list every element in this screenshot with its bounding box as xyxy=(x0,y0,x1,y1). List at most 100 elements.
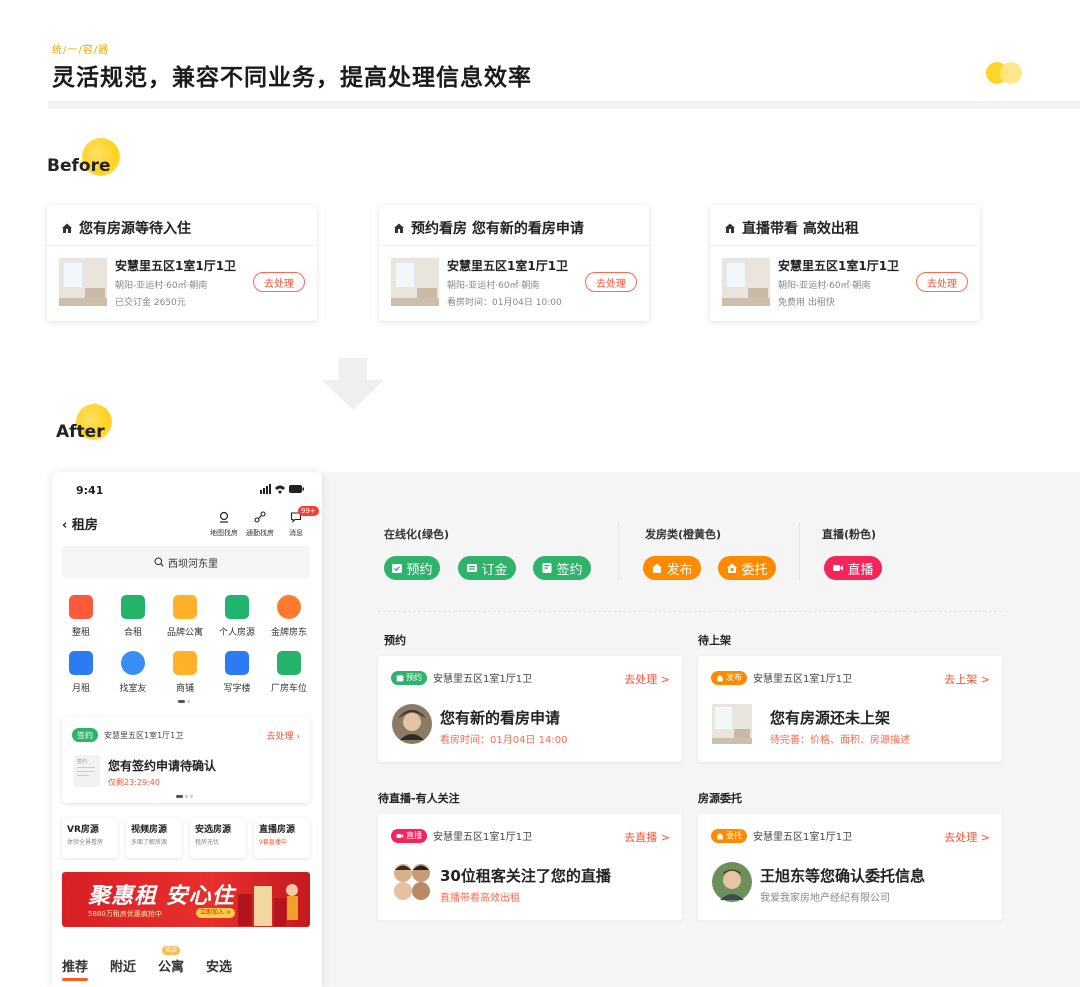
monthly-icon xyxy=(69,651,93,675)
house-icon xyxy=(725,223,735,233)
countdown-text: 仅剩23:29:40 xyxy=(108,778,160,787)
card-address: 安慧里五区1室1厅1卫 xyxy=(104,730,184,740)
house-detail: 免费用 出租快 xyxy=(778,298,835,308)
grid-item-monthly[interactable]: 月租 xyxy=(56,651,106,694)
hot-badge: 福袋 xyxy=(162,946,181,955)
before-card-3[interactable]: 直播带看 高效出租 安慧里五区1室1厅1卫 朝阳-亚运村·60㎡·朝南 免费用 … xyxy=(710,205,980,321)
card-live[interactable]: 直播 安慧里五区1室1厅1卫 去直播 > 30位租客关注了您的直播 直播带看高效… xyxy=(378,814,682,920)
grid-item-shared-rent[interactable]: 合租 xyxy=(108,595,158,638)
tag-live: 直播 xyxy=(391,828,427,843)
after-label: After xyxy=(56,422,105,442)
section-live: 待直播-有人关注 xyxy=(378,792,460,805)
house-location: 朝阳-亚运村·60㎡·朝南 xyxy=(778,281,871,291)
feature-safe-select[interactable]: 安选房源 租房无忧 xyxy=(190,818,246,858)
grid-pager xyxy=(178,700,192,703)
banner-sub: 5880万租房优惠疯抢中 xyxy=(88,910,162,918)
room-photo xyxy=(59,258,107,306)
grid-item-gold-landlord[interactable]: 金牌房东 xyxy=(264,595,314,638)
phone-mockup: 9:41 ‹ 租房 地图找房 通勤找房 消息 99+ 西坝河东里 整租 合租 品… xyxy=(52,472,322,987)
group-label-online: 在线化(绿色) xyxy=(384,528,450,541)
chip-entrust: 委托 xyxy=(718,556,776,580)
office-icon xyxy=(225,651,249,675)
handle-link[interactable]: 去处理 > xyxy=(944,829,990,845)
list-link[interactable]: 去上架 > xyxy=(944,671,990,687)
handle-button[interactable]: 去处理 xyxy=(253,272,305,292)
house-location: 朝阳-亚运村·60㎡·朝南 xyxy=(115,281,208,291)
search-icon xyxy=(154,557,164,567)
house-location: 朝阳-亚运村·60㎡·朝南 xyxy=(447,281,540,291)
phone-tabs: 推荐 附近 公寓 安选 xyxy=(62,956,232,981)
shop-icon xyxy=(173,651,197,675)
before-card-title: 预约看房 您有新的看房申请 xyxy=(411,221,584,237)
house-icon xyxy=(62,223,72,233)
card-pending-listing[interactable]: 发布 安慧里五区1室1厅1卫 去上架 > 您有房源还未上架 待完善：价格、面积、… xyxy=(698,656,1002,762)
handle-link[interactable]: 去处理 > xyxy=(624,671,670,687)
house-name: 安慧里五区1室1厅1卫 xyxy=(778,259,900,273)
tab-recommend[interactable]: 推荐 xyxy=(62,956,89,981)
before-card-1[interactable]: 您有房源等待入住 安慧里五区1室1厅1卫 朝阳-亚运村·60㎡·朝南 已交订金 … xyxy=(47,205,317,321)
whole-rent-icon xyxy=(69,595,93,619)
before-card-title: 直播带看 高效出租 xyxy=(742,221,859,237)
commute-search-button[interactable]: 通勤找房 xyxy=(244,508,276,538)
grid-item-roommate[interactable]: 找室友 xyxy=(108,651,158,694)
card-main-text: 王旭东等您确认委托信息 xyxy=(760,867,926,885)
house-name: 安慧里五区1室1厅1卫 xyxy=(115,259,237,273)
handle-link[interactable]: 去处理 › xyxy=(267,729,300,742)
chip-publish: 发布 xyxy=(643,556,701,580)
card-main-text: 30位租客关注了您的直播 xyxy=(440,867,611,885)
banner-join-button[interactable]: 立即加入 > xyxy=(196,908,235,918)
tag-publish: 发布 xyxy=(711,670,747,685)
live-link[interactable]: 去直播 > xyxy=(624,829,670,845)
card-sub-text: 我爱我家房地产经纪有限公司 xyxy=(760,893,890,904)
chip-sign: 签约 xyxy=(533,556,591,580)
back-button[interactable]: ‹ 租房 xyxy=(62,514,98,533)
card-entrust[interactable]: 委托 安慧里五区1室1厅1卫 去处理 > 王旭东等您确认委托信息 我爱我家房地产… xyxy=(698,814,1002,920)
handshake-house-icon xyxy=(727,563,738,573)
personal-listing-icon xyxy=(225,595,249,619)
room-photo xyxy=(391,258,439,306)
section-entrust: 房源委托 xyxy=(698,792,742,805)
house-icon xyxy=(652,563,663,573)
before-card-2[interactable]: 预约看房 您有新的看房申请 安慧里五区1室1厅1卫 朝阳-亚运村·60㎡·朝南 … xyxy=(379,205,649,321)
page-headline: 灵活规范，兼容不同业务，提高处理信息效率 xyxy=(52,65,532,91)
handle-button[interactable]: 去处理 xyxy=(585,272,637,292)
commute-icon xyxy=(254,511,266,523)
card-sub-text: 直播带看高效出租 xyxy=(440,893,520,904)
group-label-publish: 发房类(橙黄色) xyxy=(645,528,722,541)
grid-item-personal-listing[interactable]: 个人房源 xyxy=(212,595,262,638)
chip-live: 直播 xyxy=(824,556,882,580)
phone-sign-card[interactable]: 签约 安慧里五区1室1厅1卫 去处理 › 签约 您有签约申请待确认 仅剩23:2… xyxy=(62,717,310,803)
house-name: 安慧里五区1室1厅1卫 xyxy=(447,259,569,273)
grid-item-shop[interactable]: 商铺 xyxy=(160,651,210,694)
tab-safe-select[interactable]: 安选 xyxy=(206,956,232,975)
shared-rent-icon xyxy=(121,595,145,619)
decor-dots-icon xyxy=(986,62,1026,84)
calendar-check-icon xyxy=(392,564,403,573)
search-input[interactable]: 西坝河东里 xyxy=(62,546,310,578)
chip-deposit: 订金 xyxy=(458,556,516,580)
map-search-button[interactable]: 地图找房 xyxy=(208,508,240,538)
grid-item-brand-apartment[interactable]: 品牌公寓 xyxy=(160,595,210,638)
card-address: 安慧里五区1室1厅1卫 xyxy=(433,832,533,843)
grid-item-office[interactable]: 写字楼 xyxy=(212,651,262,694)
card-sub-text: 待完善：价格、面积、房源描述 xyxy=(770,735,910,746)
feature-vr[interactable]: VR房源 体验全景看房 xyxy=(62,818,118,858)
factory-icon xyxy=(277,651,301,675)
deposit-icon xyxy=(467,564,478,572)
handle-button[interactable]: 去处理 xyxy=(916,272,968,292)
grid-item-whole-rent[interactable]: 整租 xyxy=(56,595,106,638)
card-appointment[interactable]: 预约 安慧里五区1室1厅1卫 去处理 > 您有新的看房申请 看房时间：01月04… xyxy=(378,656,682,762)
handshake-house-icon xyxy=(716,832,724,839)
map-pin-icon xyxy=(219,511,229,523)
card-main-text: 您有签约申请待确认 xyxy=(108,759,217,773)
tag-sign: 签约 xyxy=(72,728,98,742)
tab-apartment[interactable]: 公寓 xyxy=(158,956,184,975)
promo-banner[interactable]: 聚惠租 安心住 5880万租房优惠疯抢中 立即加入 > xyxy=(62,872,310,927)
card-address: 安慧里五区1室1厅1卫 xyxy=(433,674,533,685)
feature-video[interactable]: 视频房源 多面了解房源 xyxy=(126,818,182,858)
tab-nearby[interactable]: 附近 xyxy=(110,956,136,975)
grid-item-factory-parking[interactable]: 厂房车位 xyxy=(264,651,314,694)
group-label-live: 直播(粉色) xyxy=(822,528,877,541)
feature-live[interactable]: 直播房源 9套直播中 xyxy=(254,818,310,858)
tag-system-panel: 在线化(绿色) 发房类(橙黄色) 直播(粉色) 预约 订金 签约 发布 委托 直… xyxy=(322,472,1080,987)
